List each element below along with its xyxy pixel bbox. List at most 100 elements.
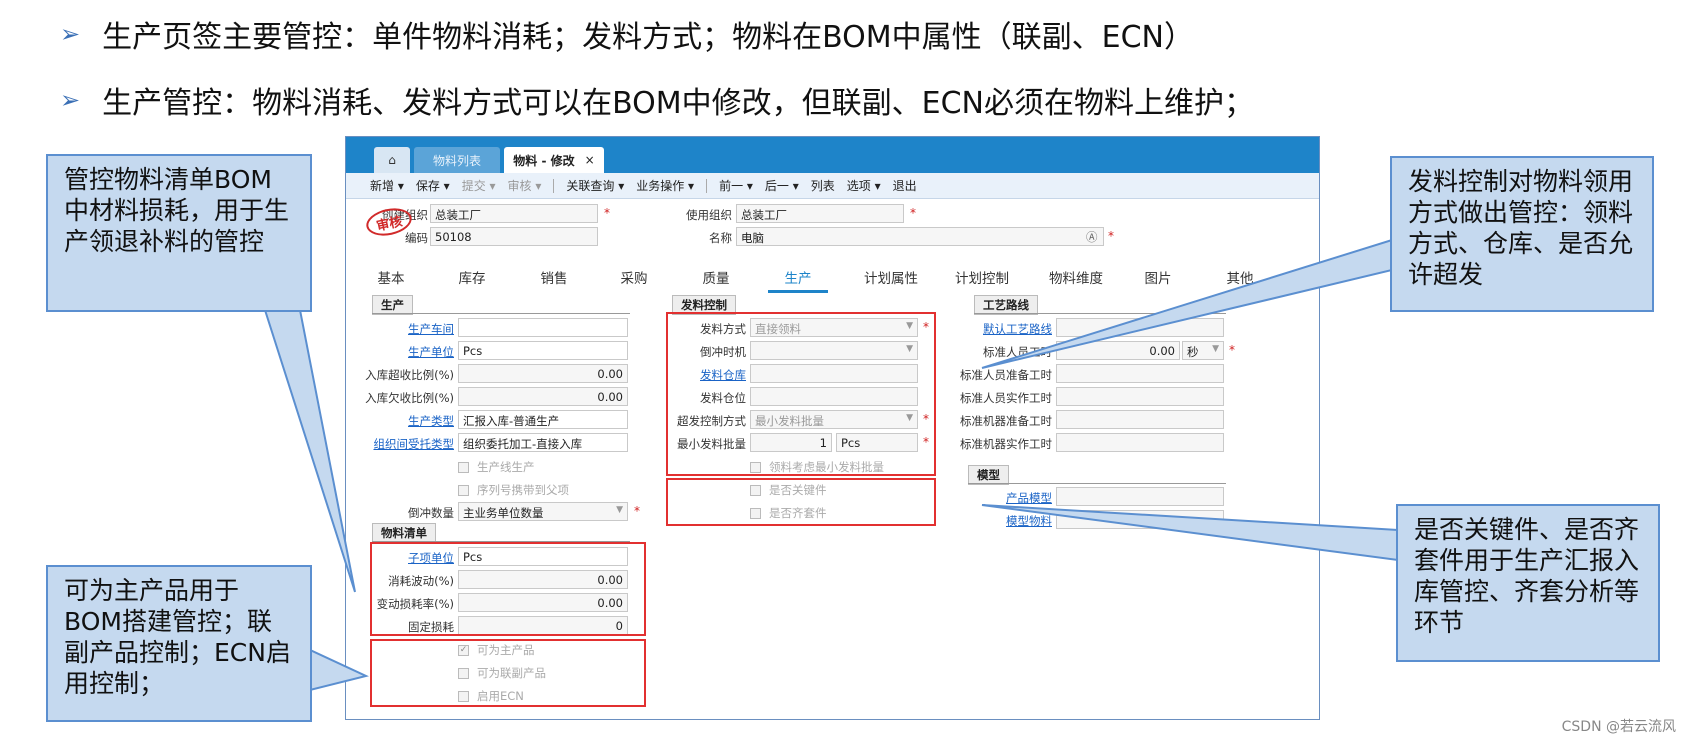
toolbar: 新增 ▾ 保存 ▾ 提交 ▾ 审核 ▾ 关联查询 ▾ 业务操作 ▾ 前一 ▾ 后… [346, 173, 1319, 199]
prep-machine-field[interactable] [1056, 410, 1224, 429]
prod-type-field[interactable]: 汇报入库-普通生产 [458, 410, 628, 429]
tab-material-dimension[interactable]: 物料维度 [1036, 267, 1116, 287]
tab-material-list[interactable]: 物料列表 [414, 147, 500, 173]
code-field[interactable]: 50108 [430, 227, 598, 246]
required-mark: * [1229, 343, 1235, 357]
product-model-label[interactable]: 产品模型 [942, 490, 1052, 506]
section-model: 模型 [968, 465, 1009, 485]
language-icon[interactable]: Ⓐ [1086, 229, 1098, 245]
toolbar-options[interactable]: 选项 ▾ [847, 177, 881, 194]
section-divider [968, 483, 1226, 484]
default-route-field[interactable] [1056, 318, 1224, 337]
create-org-field[interactable]: 总装工厂 [430, 204, 598, 223]
required-mark: * [910, 206, 916, 220]
tab-quality[interactable]: 质量 [686, 267, 746, 287]
arrow-bullet-icon: ➢ [60, 20, 81, 48]
tab-plan-control[interactable]: 计划控制 [942, 267, 1022, 287]
default-route-label[interactable]: 默认工艺路线 [942, 321, 1052, 337]
under-receive-field[interactable]: 0.00 [458, 387, 628, 406]
tab-other[interactable]: 其他 [1210, 267, 1270, 287]
bullet-2: ➢ 生产管控：物料消耗、发料方式可以在BOM中修改，但联副、ECN必须在物料上维护… [60, 78, 1254, 122]
backflush-qty-field[interactable]: 主业务单位数量 ▼ [458, 502, 628, 521]
toolbar-list[interactable]: 列表 [811, 177, 835, 194]
over-receive-field[interactable]: 0.00 [458, 364, 628, 383]
line-production-checkbox[interactable]: 生产线生产 [458, 459, 535, 475]
product-model-field[interactable] [1056, 487, 1224, 506]
under-receive-label: 入库欠收比例(%) [365, 391, 454, 405]
toolbar-audit[interactable]: 审核 ▾ [508, 177, 542, 194]
callout-issue-control: 发料控制对物料领用方式做出管控：领料方式、仓库、是否允许超发 [1390, 156, 1654, 312]
std-labor-label: 标准人员工时 [983, 345, 1052, 359]
toolbar-next[interactable]: 后一 ▾ [765, 177, 799, 194]
toolbar-new[interactable]: 新增 ▾ [370, 177, 404, 194]
use-org-label: 使用组织 [686, 208, 732, 222]
tab-plan-attr[interactable]: 计划属性 [851, 267, 931, 287]
toolbar-save[interactable]: 保存 ▾ [416, 177, 450, 194]
prod-unit-label[interactable]: 生产单位 [346, 344, 454, 360]
section-production: 生产 [372, 295, 413, 315]
bullet-1: ➢ 生产页签主要管控：单件物料消耗；发料方式；物料在BOM中属性（联副、ECN） [60, 12, 1194, 56]
prod-unit-field[interactable]: Pcs [458, 341, 628, 360]
workshop-label[interactable]: 生产车间 [346, 321, 454, 337]
toolbar-separator [553, 178, 555, 193]
real-labor-label: 标准人员实作工时 [960, 391, 1052, 405]
real-machine-field[interactable] [1056, 433, 1224, 452]
workshop-field[interactable] [458, 318, 628, 337]
toolbar-related-query[interactable]: 关联查询 ▾ [566, 177, 624, 194]
highlight-key-kit [666, 478, 936, 526]
serial-carry-checkbox[interactable]: 序列号携带到父项 [458, 482, 569, 498]
pointer-tl [263, 309, 356, 593]
callout-bom-loss: 管控物料清单BOM中材料损耗，用于生产领退补料的管控 [46, 154, 312, 312]
checkbox-box [458, 461, 469, 473]
prod-type-label[interactable]: 生产类型 [346, 413, 454, 429]
prep-labor-field[interactable] [1056, 364, 1224, 383]
bullet-1-text: 生产页签主要管控：单件物料消耗；发料方式；物料在BOM中属性（联副、ECN） [102, 20, 1195, 55]
std-labor-field[interactable]: 0.00 [1056, 341, 1180, 360]
checkbox-box [458, 484, 469, 496]
toolbar-exit[interactable]: 退出 [893, 177, 917, 194]
tab-sales[interactable]: 销售 [524, 267, 584, 287]
toolbar-prev[interactable]: 前一 ▾ [719, 177, 753, 194]
required-mark: * [634, 504, 640, 518]
arrow-bullet-icon: ➢ [60, 86, 81, 114]
name-label: 名称 [709, 231, 732, 245]
toolbar-business-op[interactable]: 业务操作 ▾ [636, 177, 694, 194]
required-mark: * [1108, 229, 1114, 243]
name-field[interactable]: 电脑 [736, 227, 1104, 246]
home-tab-icon[interactable]: ⌂ [374, 147, 410, 173]
chevron-down-icon[interactable]: ▼ [1212, 344, 1219, 354]
required-mark: * [604, 206, 610, 220]
std-labor-unit-field[interactable]: 秒 ▼ [1182, 341, 1224, 360]
tab-image[interactable]: 图片 [1128, 267, 1188, 287]
section-process-route: 工艺路线 [974, 295, 1038, 315]
prep-labor-label: 标准人员准备工时 [960, 368, 1052, 382]
tab-purchase[interactable]: 采购 [604, 267, 664, 287]
bullet-2-text: 生产管控：物料消耗、发料方式可以在BOM中修改，但联副、ECN必须在物料上维护； [102, 86, 1255, 121]
page-tabs: 基本 库存 销售 采购 质量 生产 计划属性 计划控制 物料维度 图片 其他 [346, 263, 1321, 293]
toolbar-separator [706, 178, 708, 193]
close-icon[interactable]: × [585, 153, 595, 167]
model-material-field[interactable] [1056, 510, 1224, 529]
real-machine-label: 标准机器实作工时 [960, 437, 1052, 451]
std-labor-unit-value: 秒 [1187, 345, 1199, 359]
callout-product-flags: 可为主产品用于BOM搭建管控；联副产品控制；ECN启用控制； [46, 565, 312, 722]
entrust-type-label[interactable]: 组织间受托类型 [346, 436, 455, 452]
tab-material-edit[interactable]: 物料 - 修改 × [504, 147, 604, 173]
section-divider [372, 313, 630, 314]
tab-production[interactable]: 生产 [768, 267, 828, 293]
section-divider [974, 313, 1226, 314]
tab-bar: ⌂ 物料列表 物料 - 修改 × [346, 137, 1319, 173]
model-material-label[interactable]: 模型物料 [942, 513, 1052, 529]
tab-basic[interactable]: 基本 [361, 267, 421, 287]
callout-key-kit: 是否关键件、是否齐套件用于生产汇报入库管控、齐套分析等环节 [1396, 504, 1660, 662]
serial-carry-label: 序列号携带到父项 [477, 483, 569, 497]
toolbar-submit[interactable]: 提交 ▾ [462, 177, 496, 194]
entrust-type-field[interactable]: 组织委托加工-直接入库 [458, 433, 628, 452]
prep-machine-label: 标准机器准备工时 [960, 414, 1052, 428]
real-labor-field[interactable] [1056, 387, 1224, 406]
tab-inventory[interactable]: 库存 [442, 267, 502, 287]
use-org-field[interactable]: 总装工厂 [736, 204, 904, 223]
over-receive-label: 入库超收比例(%) [365, 368, 454, 382]
material-edit-window: ⌂ 物料列表 物料 - 修改 × 新增 ▾ 保存 ▾ 提交 ▾ 审核 ▾ 关联查询… [345, 136, 1320, 720]
chevron-down-icon[interactable]: ▼ [616, 505, 623, 515]
